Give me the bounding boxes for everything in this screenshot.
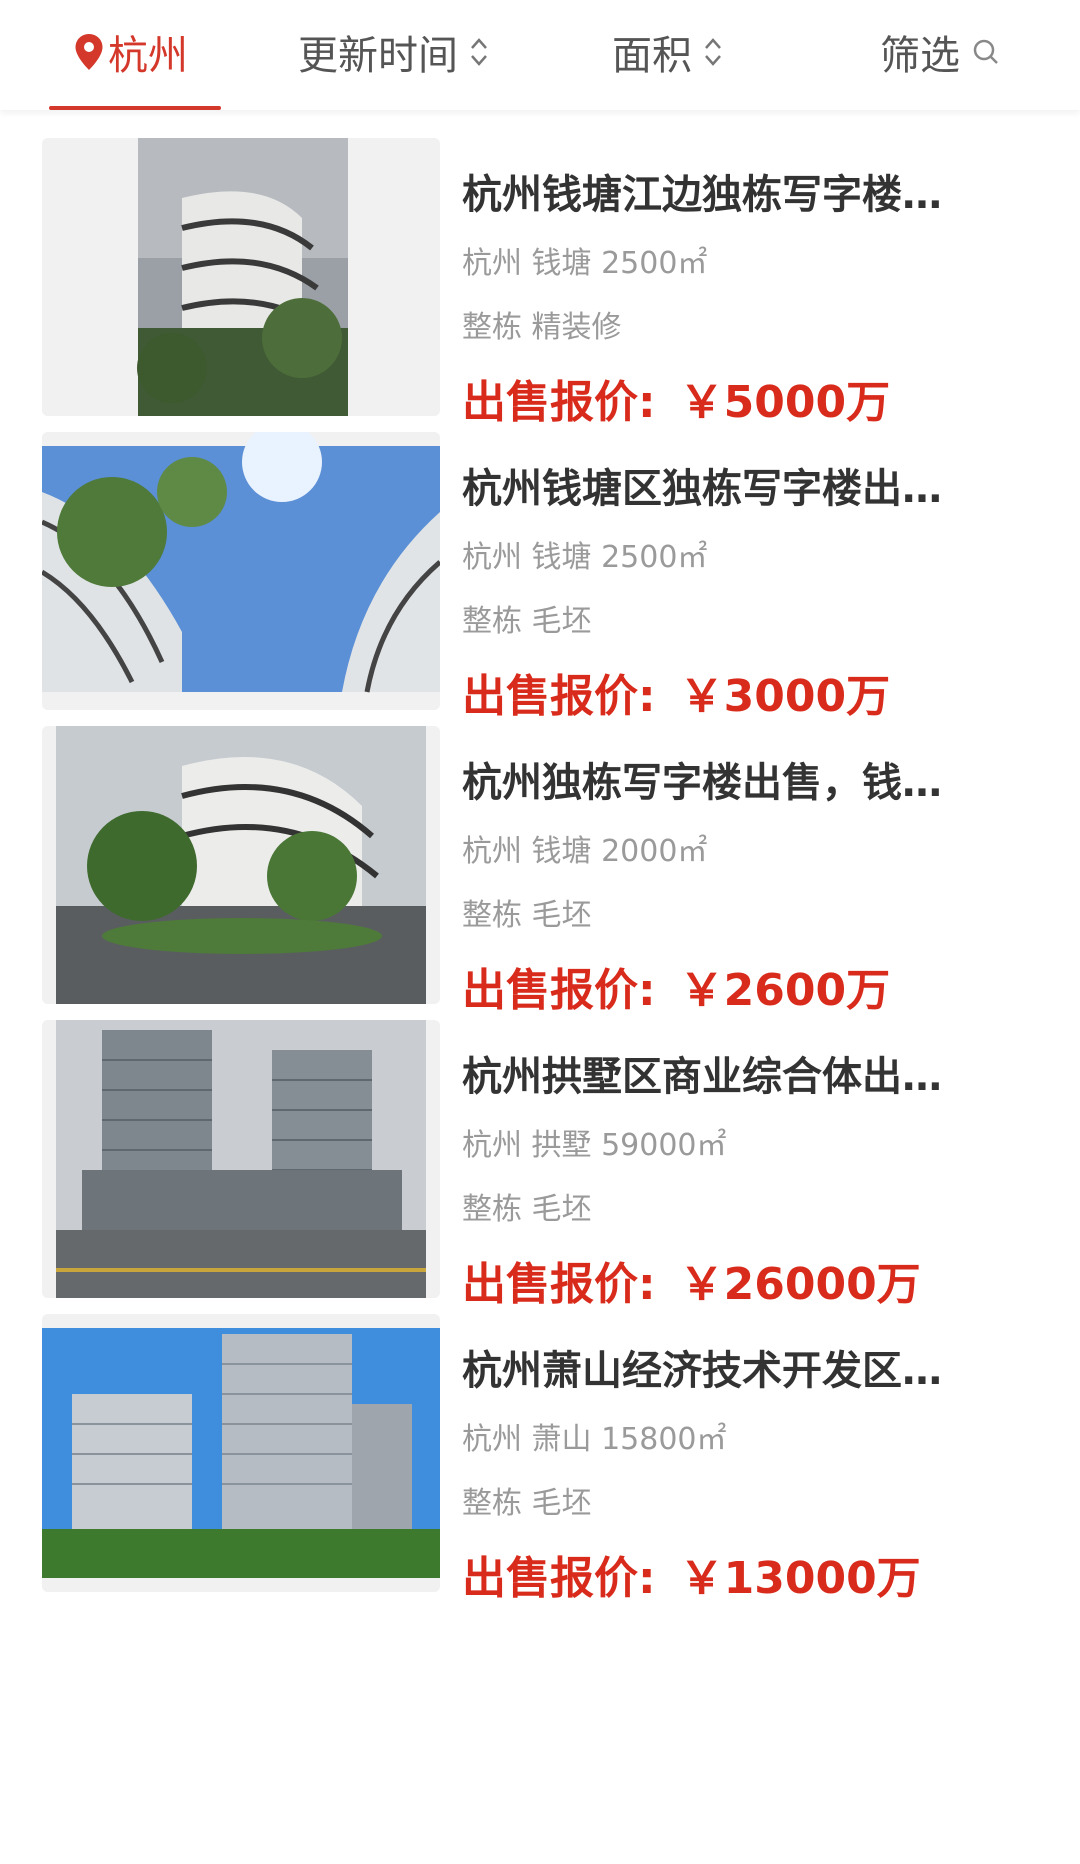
listing-card[interactable]: 杭州钱塘区独栋写字楼出… 杭州 钱塘 2500㎡ 整栋 毛坯 出售报价: ￥300…: [0, 404, 1080, 722]
listing-card[interactable]: 杭州独栋写字楼出售，钱… 杭州 钱塘 2000㎡ 整栋 毛坯 出售报价: ￥260…: [0, 698, 1080, 1016]
listing-detail: 整栋 毛坯: [462, 604, 592, 639]
filter-button[interactable]: 筛选: [880, 22, 1000, 82]
listing-title: 杭州独栋写字楼出售，钱…: [462, 760, 942, 806]
listing-photo[interactable]: [42, 726, 440, 1004]
listing-photo[interactable]: [42, 432, 440, 710]
listing-card[interactable]: 杭州拱墅区商业综合体出… 杭州 拱墅 59000㎡ 整栋 毛坯 出售报价: ￥26…: [0, 992, 1080, 1310]
search-icon: [972, 38, 1000, 66]
active-tab-indicator: [49, 106, 221, 110]
listing-detail: 整栋 毛坯: [462, 1486, 592, 1521]
filter-bar: 杭州 更新时间 面积 筛选: [0, 0, 1080, 110]
filter-label: 筛选: [880, 33, 960, 79]
listing-title: 杭州钱塘区独栋写字楼出…: [462, 466, 942, 512]
city-label: 杭州: [108, 33, 188, 79]
sort-area-label: 面积: [612, 33, 692, 79]
location-pin-icon: [74, 33, 104, 71]
listing-card[interactable]: 杭州萧山经济技术开发区… 杭州 萧山 15800㎡ 整栋 毛坯 出售报价: ￥13…: [0, 1286, 1080, 1604]
city-selector[interactable]: 杭州: [74, 22, 188, 82]
listing-location: 杭州 钱塘 2000㎡: [462, 834, 708, 869]
price-amount: ￥13000万: [679, 1553, 921, 1604]
listing-price: 出售报价: ￥13000万: [462, 1542, 921, 1606]
listing-detail: 整栋 精装修: [462, 310, 622, 345]
listing-title: 杭州萧山经济技术开发区…: [462, 1348, 942, 1394]
listing-location: 杭州 钱塘 2500㎡: [462, 540, 708, 575]
sort-arrows-icon: [468, 35, 490, 69]
listing-card[interactable]: 杭州钱塘江边独栋写字楼… 杭州 钱塘 2500㎡ 整栋 精装修 出售报价: ￥50…: [0, 110, 1080, 428]
price-label: 出售报价:: [462, 1553, 656, 1604]
sort-area[interactable]: 面积: [612, 22, 724, 82]
sort-update-label: 更新时间: [298, 33, 458, 79]
sort-update-time[interactable]: 更新时间: [298, 22, 490, 82]
listing-title: 杭州拱墅区商业综合体出…: [462, 1054, 942, 1100]
listing-photo[interactable]: [42, 138, 440, 416]
listing-detail: 整栋 毛坯: [462, 1192, 592, 1227]
listing-title: 杭州钱塘江边独栋写字楼…: [462, 172, 942, 218]
listing-location: 杭州 钱塘 2500㎡: [462, 246, 708, 281]
listing-location: 杭州 拱墅 59000㎡: [462, 1128, 727, 1163]
listing-location: 杭州 萧山 15800㎡: [462, 1422, 727, 1457]
listing-photo[interactable]: [42, 1314, 440, 1592]
listing-detail: 整栋 毛坯: [462, 898, 592, 933]
listing-photo[interactable]: [42, 1020, 440, 1298]
sort-arrows-icon: [702, 35, 724, 69]
